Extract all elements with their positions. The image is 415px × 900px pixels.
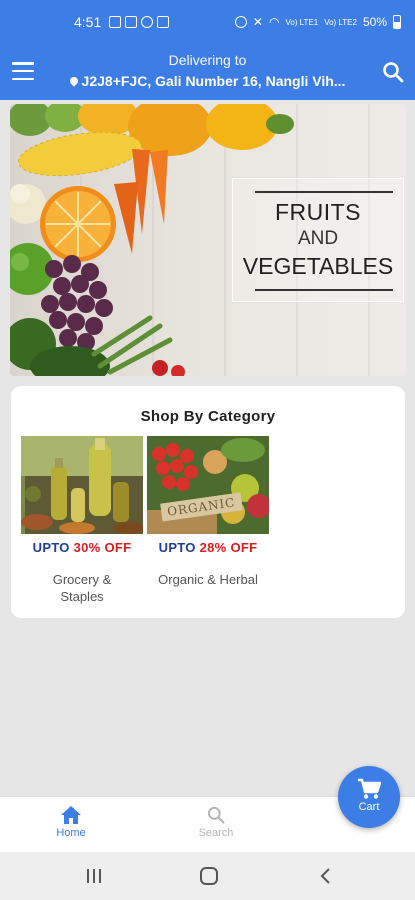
recent-apps-icon[interactable] [84, 866, 104, 886]
status-time: 4:51 [74, 14, 102, 30]
delivery-address: J2J8+FJC, Gali Number 16, Nangli Vih... [48, 73, 367, 89]
delivery-location[interactable]: Delivering to J2J8+FJC, Gali Number 16, … [48, 52, 367, 89]
banner-line-3: VEGETABLES [242, 253, 394, 279]
banner-line-1: FRUITS [274, 199, 362, 225]
category-organic-herbal[interactable]: ORGANIC UPTO 28% OFF Organic & Herbal [147, 436, 269, 588]
home-icon [61, 806, 81, 824]
banner-title-card: FRUITS AND VEGETABLES [232, 178, 404, 302]
signal-2-icon: Vo) LTE2 [324, 17, 357, 27]
app-notification-icon [125, 16, 138, 28]
offer-label: UPTO 30% OFF [32, 540, 132, 555]
clipboard-notification-icon [157, 16, 170, 28]
search-icon [207, 806, 225, 824]
cart-button[interactable]: Cart [338, 766, 400, 828]
category-name: Organic & Herbal [158, 572, 258, 587]
cart-icon [358, 778, 381, 799]
nav-home[interactable]: Home [31, 805, 111, 839]
home-button-icon[interactable] [198, 866, 220, 886]
back-icon[interactable] [316, 866, 336, 886]
battery-percent: 50% [362, 15, 387, 29]
promo-banner[interactable]: FRUITS AND VEGETABLES [10, 104, 406, 376]
grocery-category-image [21, 436, 143, 534]
delivering-label: Delivering to [168, 52, 247, 68]
status-bar: 4:51 ✕ ◠ Vo) LTE1 Vo) LTE2 50% [0, 0, 415, 44]
menu-icon [12, 62, 34, 65]
system-navigation-bar [0, 852, 415, 900]
mute-icon: ✕ [252, 15, 263, 29]
banner-line-2: AND [297, 228, 339, 249]
gallery-notification-icon [109, 16, 122, 28]
search-icon[interactable] [381, 60, 405, 84]
menu-button[interactable] [12, 62, 34, 80]
circle-notification-icon [141, 16, 154, 28]
alarm-icon [234, 16, 247, 28]
location-pin-icon [67, 75, 80, 87]
offer-label: UPTO 28% OFF [158, 540, 258, 555]
wifi-icon: ◠ [268, 15, 280, 29]
category-grocery-staples[interactable]: UPTO 30% OFF Grocery & Staples [21, 436, 143, 605]
app-header: Delivering to J2J8+FJC, Gali Number 16, … [0, 44, 415, 100]
shop-by-category-card: Shop By Category UPTO 30% OFF Grocery & … [11, 386, 405, 618]
organic-category-image: ORGANIC [147, 436, 269, 534]
nav-search[interactable]: Search [176, 805, 256, 839]
category-name: Grocery & Staples [52, 572, 112, 604]
section-title: Shop By Category [140, 408, 276, 425]
signal-1-icon: Vo) LTE1 [285, 17, 319, 27]
battery-icon [393, 15, 401, 29]
